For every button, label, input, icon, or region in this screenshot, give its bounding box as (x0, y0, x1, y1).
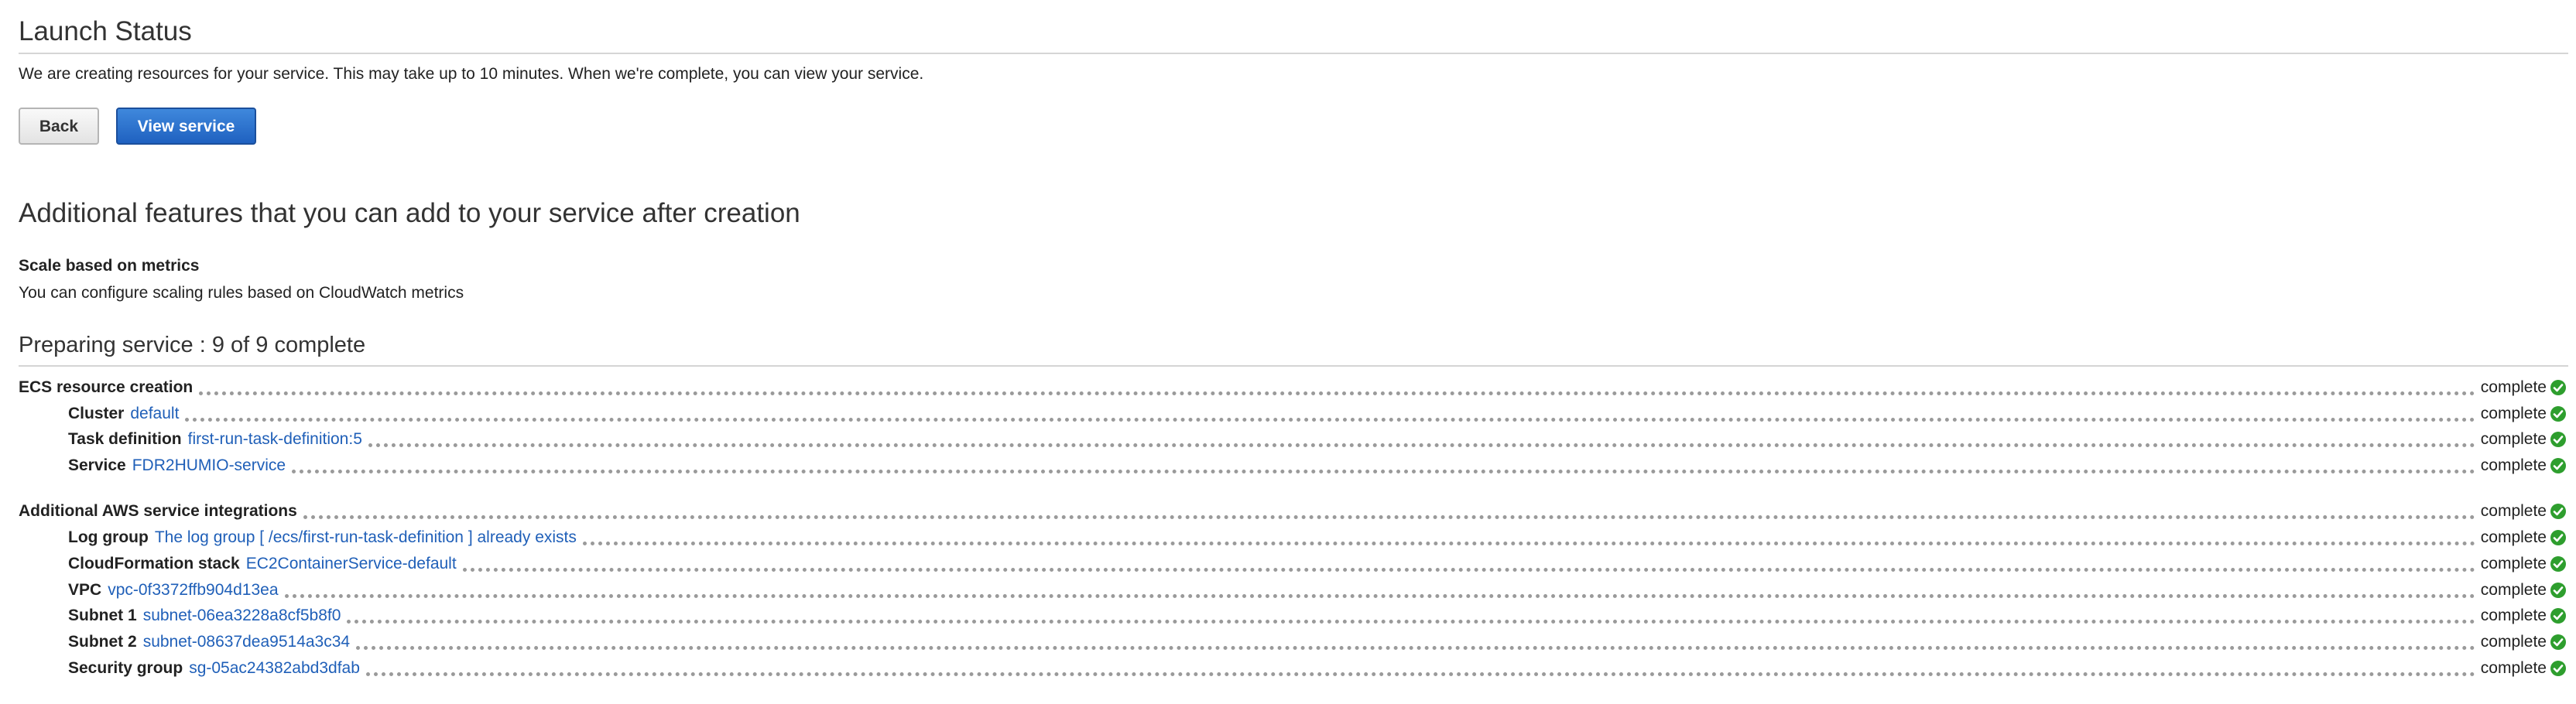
dotted-leader (582, 541, 2476, 545)
intro-text: We are creating resources for your servi… (19, 65, 924, 83)
step-resource-link[interactable]: default (130, 403, 179, 425)
check-circle-icon (2550, 634, 2566, 650)
progress-item-row: CloudFormation stack EC2ContainerService-… (19, 552, 2568, 576)
step-group-label: ECS resource creation (19, 378, 194, 396)
step-label-wrap: Additional AWS service integrations (19, 501, 297, 522)
step-item-label: Task definition (68, 430, 182, 448)
step-label-wrap: Subnet 1 subnet-06ea3228a8cf5b8f0 (19, 605, 341, 627)
progress-item-row: Security group sg-05ac24382abd3dfab comple… (19, 657, 2568, 680)
step-resource-link[interactable]: FDR2HUMIO-service (132, 455, 286, 477)
step-label-wrap: Service FDR2HUMIO-service (19, 455, 286, 477)
progress-group-row: ECS resource creation complete (19, 376, 2568, 399)
dotted-leader (199, 391, 2476, 395)
step-status-text: complete (2480, 607, 2547, 624)
check-circle-icon (2550, 556, 2566, 572)
check-circle-icon (2550, 406, 2566, 422)
dotted-leader (292, 469, 2476, 473)
step-item-label: Subnet 2 (68, 633, 137, 651)
step-resource-link[interactable]: vpc-0f3372ffb904d13ea (108, 579, 278, 601)
features-heading: Additional features that you can add to … (19, 198, 800, 228)
step-label-wrap: CloudFormation stack EC2ContainerService-… (19, 553, 457, 575)
step-item-label: Cluster (68, 405, 125, 422)
dotted-leader (356, 645, 2476, 650)
step-item-label: Subnet 1 (68, 607, 137, 624)
step-resource-link[interactable]: sg-05ac24382abd3dfab (189, 658, 360, 679)
step-item-label: VPC (68, 581, 102, 599)
feature-description: You can configure scaling rules based on… (19, 284, 464, 302)
progress-item-row: Service FDR2HUMIO-service complete (19, 454, 2568, 477)
progress-item-row: Subnet 1 subnet-06ea3228a8cf5b8f0 complete (19, 604, 2568, 627)
step-item-label: Log group (68, 528, 149, 546)
dotted-leader (185, 417, 2476, 422)
progress-group-row: Additional AWS service integrations compl… (19, 500, 2568, 523)
step-status-text: complete (2480, 528, 2547, 546)
check-circle-icon (2550, 432, 2566, 447)
step-label-wrap: ECS resource creation (19, 377, 193, 398)
step-status-text: complete (2480, 405, 2547, 422)
step-label-wrap: Cluster default (19, 403, 179, 425)
step-item-label: Security group (68, 659, 183, 677)
dotted-leader (347, 619, 2476, 624)
step-item-label: Service (68, 456, 126, 474)
dotted-leader (368, 443, 2476, 447)
back-button[interactable]: Back (19, 108, 99, 145)
step-label-wrap: Subnet 2 subnet-08637dea9514a3c34 (19, 631, 350, 653)
step-item-label: CloudFormation stack (68, 555, 240, 572)
step-status-text: complete (2480, 378, 2547, 396)
step-label-wrap: Task definition first-run-task-definition… (19, 429, 362, 450)
step-status-text: complete (2480, 456, 2547, 474)
progress-item-row: Task definition first-run-task-definition… (19, 428, 2568, 451)
step-label-wrap: Security group sg-05ac24382abd3dfab (19, 658, 360, 679)
step-status-text: complete (2480, 659, 2547, 677)
check-circle-icon (2550, 661, 2566, 676)
title-divider (19, 53, 2568, 54)
step-resource-link[interactable]: first-run-task-definition:5 (188, 429, 362, 450)
check-circle-icon (2550, 583, 2566, 598)
dotted-leader (462, 567, 2476, 572)
step-label-wrap: Log group The log group [ /ecs/first-run-… (19, 527, 577, 549)
step-resource-link[interactable]: subnet-06ea3228a8cf5b8f0 (143, 605, 341, 627)
check-circle-icon (2550, 608, 2566, 624)
step-resource-link[interactable]: EC2ContainerService-default (246, 553, 457, 575)
dotted-leader (303, 514, 2476, 519)
check-circle-icon (2550, 380, 2566, 395)
view-service-button[interactable]: View service (116, 108, 256, 145)
step-status-text: complete (2480, 555, 2547, 572)
progress-item-row: Cluster default complete (19, 402, 2568, 425)
step-label-wrap: VPC vpc-0f3372ffb904d13ea (19, 579, 279, 601)
feature-title: Scale based on metrics (19, 257, 200, 275)
step-resource-link[interactable]: The log group [ /ecs/first-run-task-defi… (155, 527, 577, 549)
progress-heading: Preparing service : 9 of 9 complete (19, 333, 366, 357)
check-circle-icon (2550, 530, 2566, 545)
progress-item-row: Log group The log group [ /ecs/first-run-… (19, 526, 2568, 549)
dotted-leader (284, 593, 2476, 598)
step-status-text: complete (2480, 502, 2547, 520)
step-status-text: complete (2480, 581, 2547, 599)
check-circle-icon (2550, 458, 2566, 473)
dotted-leader (365, 672, 2476, 676)
step-status-text: complete (2480, 633, 2547, 651)
step-status-text: complete (2480, 430, 2547, 448)
page-title: Launch Status (19, 16, 192, 46)
step-group-label: Additional AWS service integrations (19, 502, 297, 520)
check-circle-icon (2550, 504, 2566, 519)
progress-item-row: VPC vpc-0f3372ffb904d13ea complete (19, 579, 2568, 602)
progress-divider (19, 365, 2568, 367)
step-resource-link[interactable]: subnet-08637dea9514a3c34 (143, 631, 350, 653)
progress-item-row: Subnet 2 subnet-08637dea9514a3c34 complete (19, 631, 2568, 654)
